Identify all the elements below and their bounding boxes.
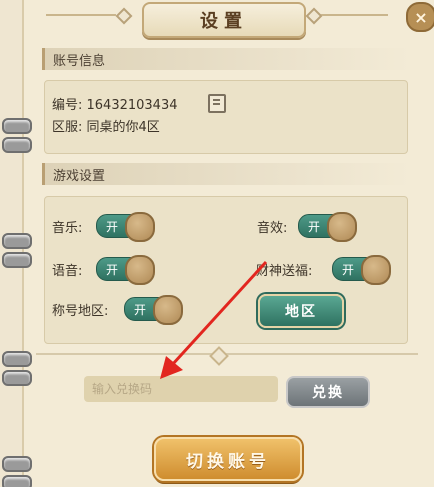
annotation-arrow-head [160, 356, 183, 379]
settings-screen: 设置 × 账号信息 编号: 16432103434 区服: 同桌的你4区 游戏设… [0, 0, 434, 487]
annotation-arrow [160, 260, 268, 379]
annotation-arrow-shaft [170, 260, 268, 367]
